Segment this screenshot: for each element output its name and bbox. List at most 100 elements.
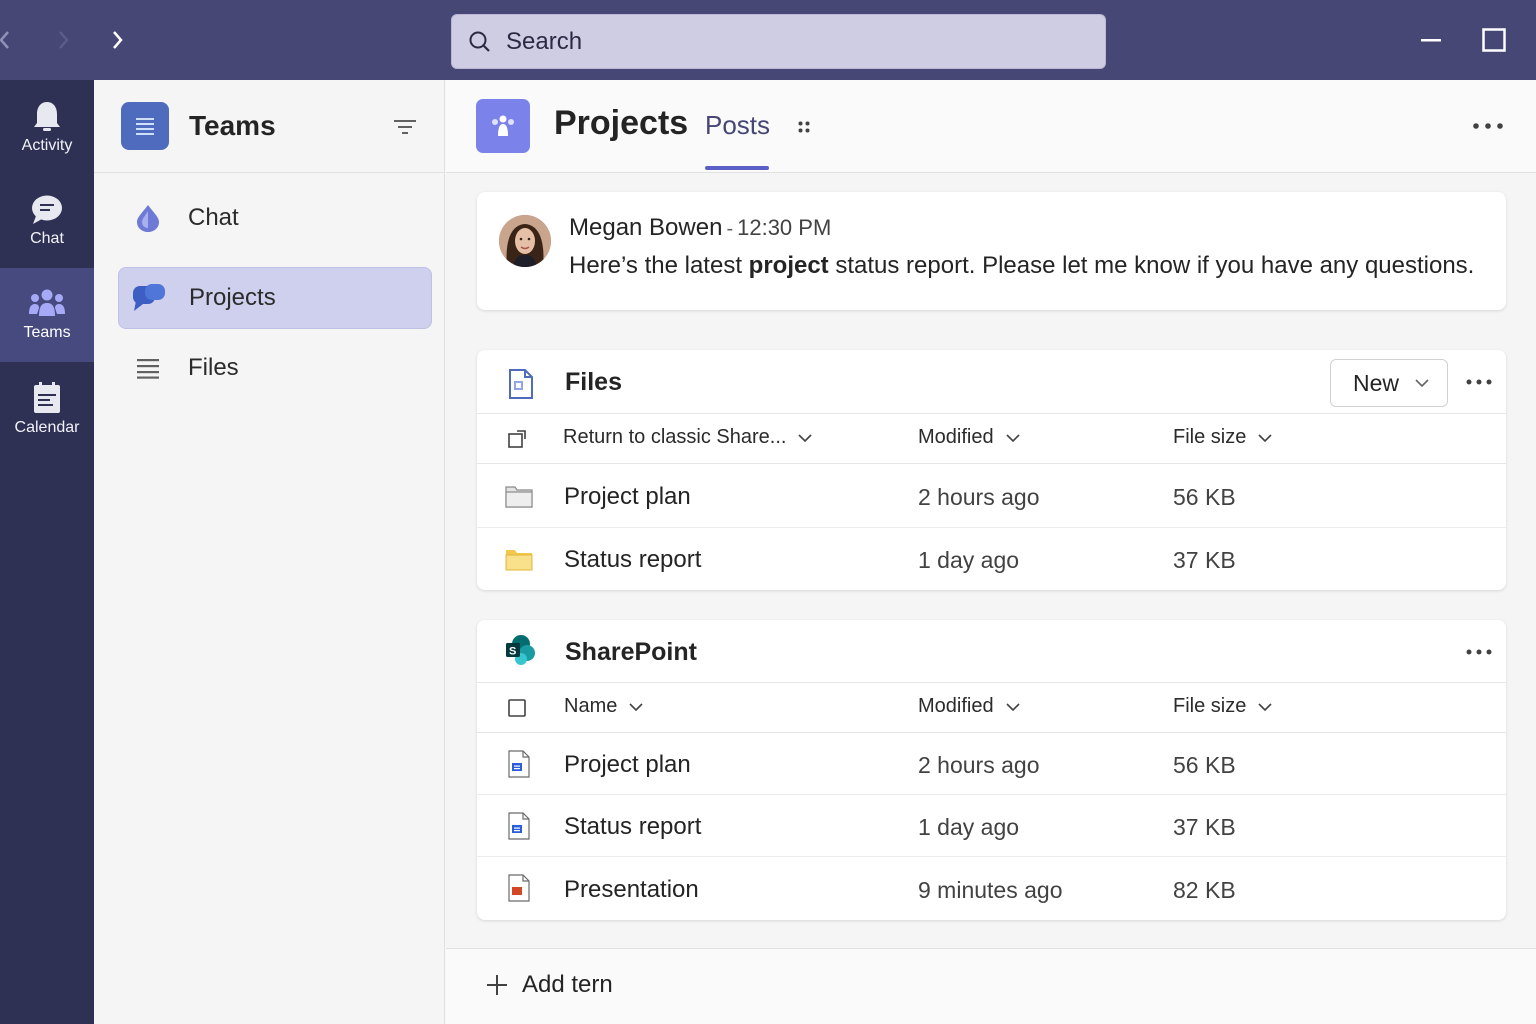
folder-yellow-icon (505, 545, 533, 573)
file-size: 56 KB (1173, 752, 1236, 778)
minimize-button[interactable] (1413, 22, 1449, 58)
chevron-down-icon (1415, 379, 1429, 388)
add-tab-bar: Add tern (446, 948, 1536, 1024)
file-name[interactable]: Project plan (564, 751, 691, 779)
folder-gray-icon (505, 482, 533, 510)
channel-title: Projects (554, 104, 689, 142)
post-body-after: status report. Please let me know if you… (828, 252, 1475, 279)
people-icon (29, 289, 65, 316)
search-icon (469, 31, 490, 52)
column-file-size[interactable]: File size (1173, 695, 1272, 718)
list-icon (128, 348, 168, 388)
chevron-down-icon (798, 433, 813, 442)
tab-active-indicator (705, 166, 769, 170)
files-column-header: Return to classic Share... Modified File… (477, 414, 1506, 464)
team-chat-icon (129, 278, 169, 318)
table-row[interactable]: Presentation 9 minutes ago 82 KB (477, 857, 1506, 920)
panel-item-label: Projects (189, 284, 276, 311)
file-size: 82 KB (1173, 877, 1236, 903)
post-time: 12:30 PM (737, 215, 832, 240)
post-card: Megan Bowen -12:30 PM Here’s the latest p… (477, 192, 1506, 310)
panel-item-label: Chat (188, 204, 239, 231)
post-message: Here’s the latest project status report.… (569, 252, 1474, 280)
grip-icon[interactable] (797, 120, 811, 134)
table-row[interactable]: Project plan 2 hours ago 56 KB (477, 464, 1506, 528)
file-modified: 9 minutes ago (918, 877, 1063, 903)
file-size: 37 KB (1173, 814, 1236, 840)
app-rail: Activity Chat Teams Calendar (0, 80, 94, 1024)
column-label: Modified (918, 695, 994, 717)
main-content: Projects Posts Megan Bowen -12:30 PM Here… (446, 80, 1536, 1024)
column-label: Return to classic Share... (563, 426, 787, 448)
rail-label: Chat (30, 230, 64, 247)
column-label: Name (564, 695, 618, 717)
more-options-icon[interactable] (1465, 644, 1493, 660)
column-label: File size (1173, 695, 1247, 717)
panel-item-label: Files (188, 354, 239, 381)
post-header: Megan Bowen -12:30 PM (569, 214, 831, 242)
table-row[interactable]: Project plan 2 hours ago 56 KB (477, 733, 1506, 795)
new-button[interactable]: New (1330, 359, 1448, 407)
sharepoint-card-header: S SharePoint (477, 620, 1506, 683)
word-doc-icon (505, 750, 533, 778)
more-options-icon[interactable] (1465, 374, 1493, 390)
table-row[interactable]: Status report 1 day ago 37 KB (477, 528, 1506, 590)
filter-icon[interactable] (394, 118, 416, 136)
panel-item-files[interactable]: Files (118, 337, 432, 399)
panel-item-projects[interactable]: Projects (118, 267, 432, 329)
chevron-down-icon (1258, 702, 1272, 711)
maximize-button[interactable] (1476, 22, 1512, 58)
file-name[interactable]: Presentation (564, 876, 699, 904)
column-modified[interactable]: Modified (918, 426, 1020, 449)
minimize-icon (1421, 39, 1441, 42)
panel-item-chat[interactable]: Chat (118, 187, 432, 249)
files-card-header: Files New (477, 350, 1506, 414)
post-separator: - (726, 218, 734, 240)
rail-item-chat[interactable]: Chat (0, 174, 94, 268)
rail-label: Teams (23, 324, 71, 341)
more-options-icon[interactable] (1470, 116, 1506, 136)
back-chevron-icon[interactable] (0, 24, 20, 56)
panel-header: Teams (94, 80, 445, 173)
sharepoint-title: SharePoint (565, 638, 697, 666)
powerpoint-doc-icon (505, 874, 533, 902)
select-all-checkbox[interactable] (507, 698, 527, 718)
column-modified[interactable]: Modified (918, 695, 1020, 718)
rail-label: Activity (21, 137, 73, 154)
search-input[interactable]: Search (451, 14, 1106, 69)
chevron-down-icon (1006, 433, 1020, 442)
rail-item-activity[interactable]: Activity (0, 80, 94, 174)
avatar[interactable] (499, 215, 551, 267)
post-author[interactable]: Megan Bowen (569, 214, 722, 241)
file-name[interactable]: Project plan (564, 483, 691, 511)
drop-icon (128, 198, 168, 238)
files-title: Files (565, 368, 622, 396)
tab-posts[interactable]: Posts (705, 110, 770, 141)
back-disabled-chevron-icon[interactable] (48, 24, 78, 56)
sharepoint-column-header: Name Modified File size (477, 683, 1506, 733)
file-modified: 2 hours ago (918, 752, 1040, 778)
chat-bubble-icon (32, 195, 62, 224)
chevron-down-icon (1258, 433, 1272, 442)
column-file-size[interactable]: File size (1173, 426, 1272, 449)
column-label: Modified (918, 426, 994, 448)
rail-item-calendar[interactable]: Calendar (0, 362, 94, 456)
files-card: Files New Return to classic Share... Mod… (477, 350, 1506, 590)
chevron-down-icon (1006, 702, 1020, 711)
channel-header: Projects Posts (446, 80, 1536, 173)
plus-icon (487, 975, 507, 995)
svg-text:S: S (509, 646, 516, 658)
add-label: Add tern (522, 971, 613, 998)
table-row[interactable]: Status report 1 day ago 37 KB (477, 795, 1506, 857)
bell-icon (34, 102, 60, 131)
rail-item-teams[interactable]: Teams (0, 268, 94, 362)
open-external-icon[interactable] (507, 429, 527, 449)
file-name[interactable]: Status report (564, 546, 701, 574)
column-name[interactable]: Name (564, 695, 643, 718)
teams-panel: Teams Chat Projects Files (94, 80, 445, 1024)
forward-chevron-icon[interactable] (102, 24, 132, 56)
add-button[interactable]: Add tern (486, 971, 613, 999)
file-name[interactable]: Status report (564, 813, 701, 841)
column-return-classic[interactable]: Return to classic Share... (563, 426, 813, 449)
file-size: 37 KB (1173, 547, 1236, 573)
